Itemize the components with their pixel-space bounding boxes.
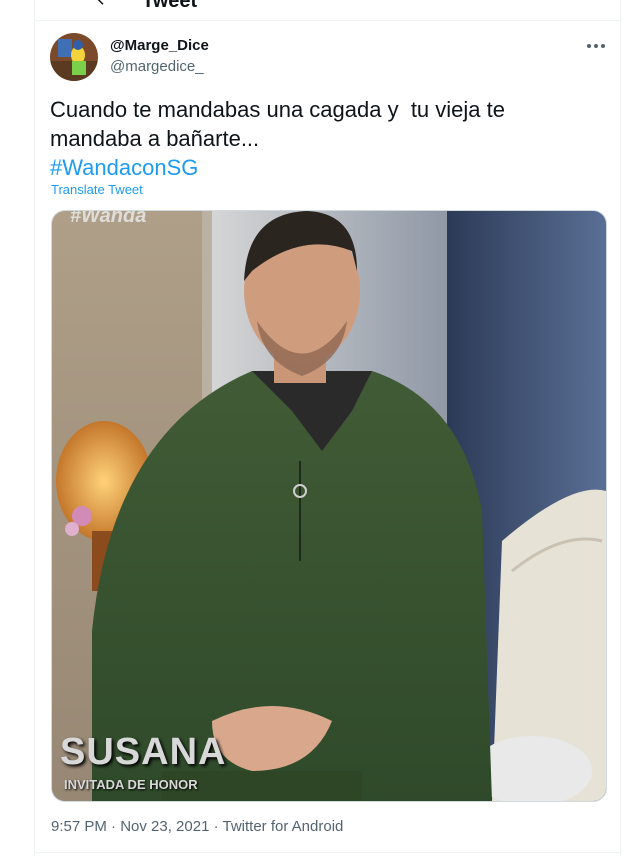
hashtag-link[interactable]: #WandaconSG (50, 155, 198, 180)
lower-third-name: SUSANA (60, 731, 227, 773)
tweet-source-link[interactable]: Twitter for Android (222, 818, 343, 835)
avatar[interactable] (50, 33, 98, 81)
column-right-border (620, 0, 621, 856)
arrow-left-icon[interactable] (94, 0, 112, 8)
tweet-text: Cuando te mandabas una cagada y tu vieja… (50, 95, 570, 182)
tweet-body: Cuando te mandabas una cagada y tu vieja… (50, 97, 512, 151)
lower-third-subtitle: INVITADA DE HONOR (64, 777, 198, 792)
page-header: Tweet (34, 0, 620, 21)
page-title: Tweet (142, 0, 198, 12)
divider (34, 852, 620, 853)
translate-tweet-link[interactable]: Translate Tweet (51, 182, 143, 197)
author-display-name[interactable]: @Marge_Dice (110, 37, 209, 54)
column-left-border (34, 0, 35, 856)
tweet-meta: 9:57 PM · Nov 23, 2021 · Twitter for And… (51, 818, 343, 835)
tweet-media-image[interactable]: #Wanda SUSANA INVITADA DE HONOR (51, 210, 607, 802)
more-horizontal-icon[interactable] (584, 38, 608, 54)
author-handle[interactable]: @margedice_ (110, 58, 204, 75)
overlay-hashtag: #Wanda (70, 210, 147, 227)
tweet-timestamp-link[interactable]: 9:57 PM · Nov 23, 2021 · (51, 818, 222, 835)
